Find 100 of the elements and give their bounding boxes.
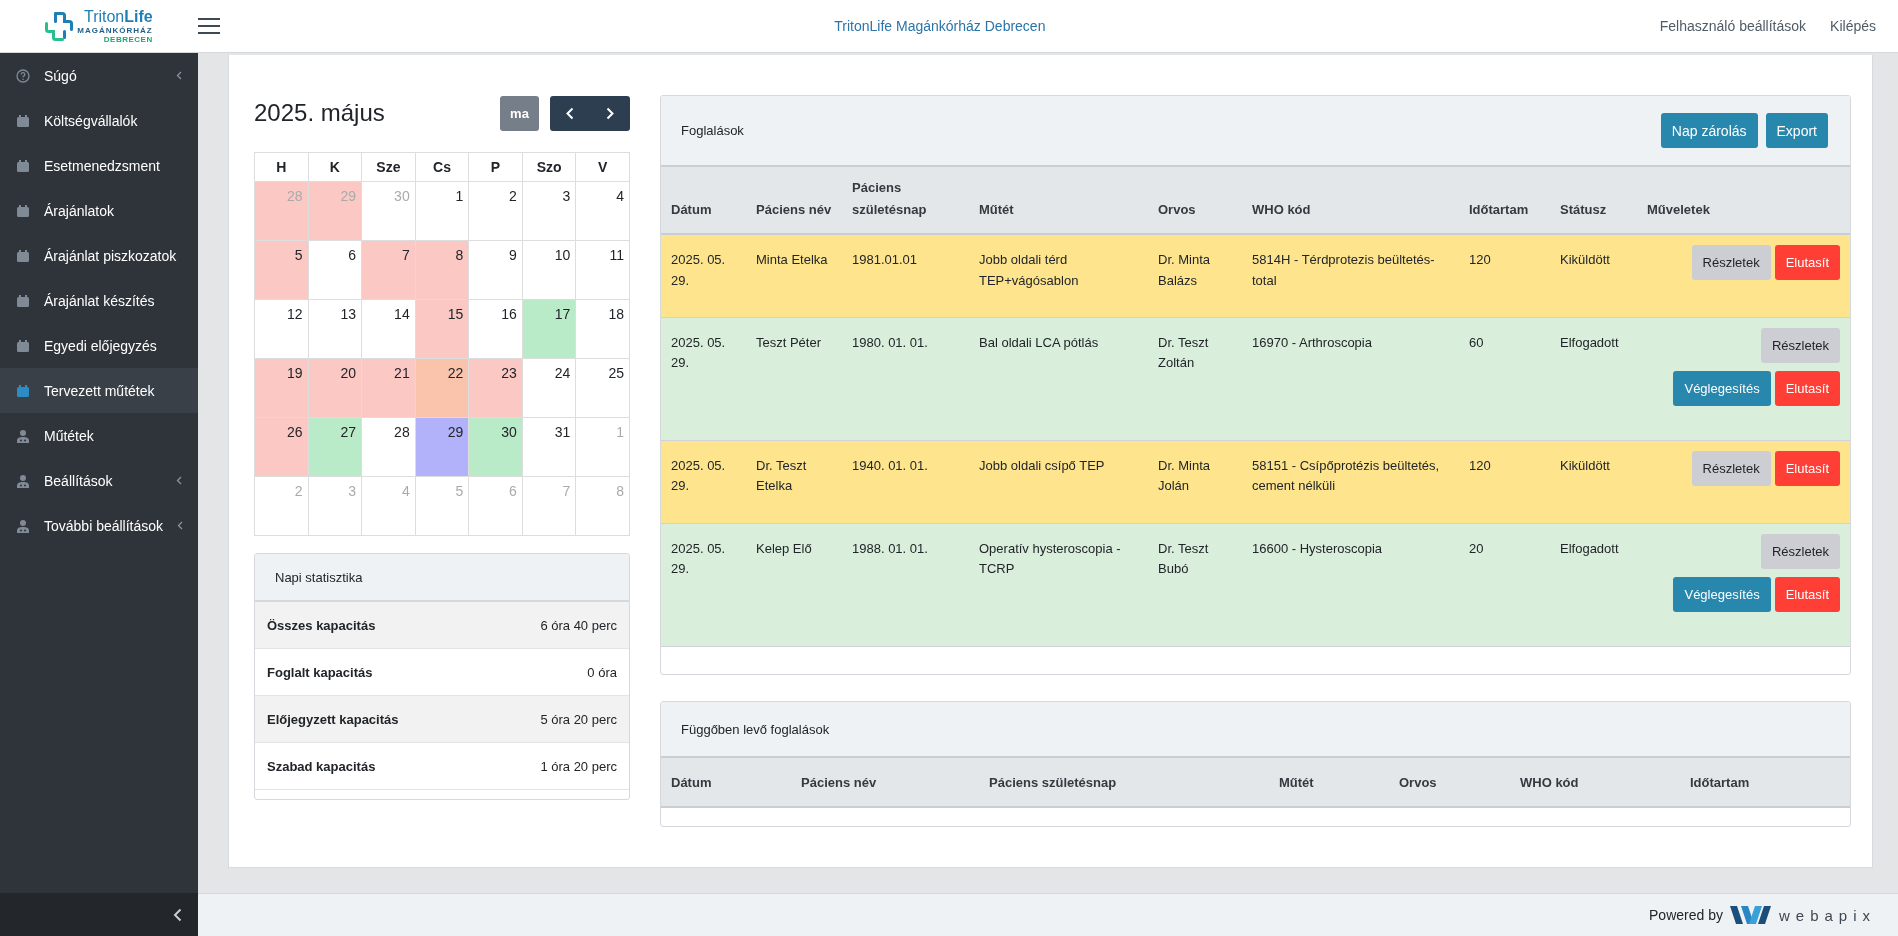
sidebar-item[interactable]: Beállítások (0, 458, 198, 503)
sidebar-item[interactable]: Esetmenedzsment (0, 143, 198, 188)
calendar-day[interactable]: 4 (575, 181, 630, 241)
finalize-button[interactable]: Véglegesítés (1673, 370, 1771, 406)
logo-city: DEBRECEN (103, 35, 153, 44)
card-title: Foglalások (681, 123, 745, 138)
calendar-day[interactable]: 30 (468, 417, 523, 477)
details-button[interactable]: Részletek (1691, 450, 1771, 486)
calendar-day[interactable]: 13 (308, 299, 362, 359)
brand-logo-icon (1728, 904, 1773, 926)
sidebar-item[interactable]: Súgó (0, 53, 198, 98)
stats-title: Napi statisztika (255, 554, 629, 602)
stat-value: 0 óra (587, 664, 617, 680)
calendar-day[interactable]: 3 (522, 181, 576, 241)
calendar-day[interactable]: 8 (415, 240, 469, 300)
sidebar-item[interactable]: Árajánlatok (0, 188, 198, 233)
column-header: Műtét (969, 167, 1148, 235)
table-cell: 58151 - Csípőprotézis beültetés, cement nélküli (1242, 440, 1459, 524)
calendar-day[interactable]: 28 (361, 417, 416, 477)
hospital-title: TritonLife Magánkórház Debrecen (833, 18, 1047, 34)
sidebar-item[interactable]: Árajánlat készítés (0, 278, 198, 323)
calendar-day[interactable]: 29 (415, 417, 469, 477)
help-icon (16, 68, 30, 83)
details-button[interactable]: Részletek (1760, 533, 1840, 569)
previous-button[interactable] (550, 95, 590, 131)
next-button[interactable] (590, 95, 630, 131)
calendar-day[interactable]: 10 (522, 240, 576, 300)
sidebar-item[interactable]: Tervezett műtétek (0, 368, 198, 413)
sidebar-label: Egyedi előjegyzés (44, 337, 158, 354)
calendar-day[interactable]: 31 (522, 417, 576, 477)
column-header: Orvos (1148, 167, 1242, 235)
calendar-icon (16, 338, 30, 353)
sidebar-item[interactable]: Költségvállalók (0, 98, 198, 143)
calendar-day[interactable]: 26 (254, 417, 309, 477)
today-button[interactable]: ma (500, 95, 539, 131)
sidebar-label: Beállítások (44, 472, 114, 489)
calendar-day[interactable]: 19 (254, 358, 309, 418)
header-link[interactable]: Kilépés (1830, 18, 1876, 34)
calendar-day[interactable]: 15 (415, 299, 469, 359)
calendar-day[interactable]: 6 (308, 240, 362, 300)
column-header: Páciens születésnap (979, 758, 1269, 808)
stat-label: Előjegyzett kapacitás (267, 711, 399, 727)
calendar-day[interactable]: 27 (308, 417, 362, 477)
calendar-day[interactable]: 23 (468, 358, 523, 418)
sidebar-label: Árajánlat készítés (44, 292, 156, 309)
column-header: Orvos (1389, 758, 1510, 808)
finalize-button[interactable]: Véglegesítés (1673, 576, 1771, 612)
details-button[interactable]: Részletek (1760, 327, 1840, 363)
calendar-day[interactable]: 24 (522, 358, 576, 418)
chevron-left-icon (176, 71, 182, 80)
chevron-left-icon (566, 106, 574, 120)
sidebar-item[interactable]: Egyedi előjegyzés (0, 323, 198, 368)
logo[interactable]: TritonLife MAGÁNKÓRHÁZ DEBRECEN (0, 8, 198, 44)
column-header: Műtét (1269, 758, 1389, 808)
calendar-day[interactable]: 17 (522, 299, 576, 359)
sidebar-item[interactable]: Árajánlat piszkozatok (0, 233, 198, 278)
calendar-day[interactable]: 16 (468, 299, 523, 359)
calendar-day[interactable]: 18 (575, 299, 630, 359)
calendar-day[interactable]: 20 (308, 358, 362, 418)
column-header: Dátum (661, 758, 791, 808)
calendar-day[interactable]: 9 (468, 240, 523, 300)
reject-button[interactable]: Elutasít (1774, 370, 1840, 406)
table-cell: 1988. 01. 01. (842, 523, 969, 647)
header-link[interactable]: Felhasználó beállítások (1659, 18, 1807, 34)
table-cell: Dr. Teszt Bubó (1148, 523, 1242, 647)
calendar-day[interactable]: 11 (575, 240, 630, 300)
calendar-day[interactable]: 12 (254, 299, 309, 359)
column-header: WHO kód (1242, 167, 1459, 235)
sidebar-item[interactable]: Műtétek (0, 413, 198, 458)
table-cell: 60 (1459, 317, 1550, 441)
column-header: Műveletek (1637, 167, 1850, 235)
calendar-day[interactable]: 21 (361, 358, 416, 418)
month-title: 2025. május (254, 99, 386, 127)
menu-icon[interactable] (198, 18, 220, 34)
calendar-day[interactable]: 7 (361, 240, 416, 300)
logo-name: TritonLife (83, 8, 153, 25)
reject-button[interactable]: Elutasít (1774, 450, 1840, 486)
calendar-icon (16, 293, 30, 308)
table-cell: Kiküldött (1550, 234, 1637, 318)
table-cell: Teszt Péter (746, 317, 842, 441)
table-cell: 5814H - Térdprotezis beültetés-total (1242, 234, 1459, 318)
calendar-day[interactable]: 25 (575, 358, 630, 418)
calendar-day[interactable]: 2 (468, 181, 523, 241)
lock-day-button[interactable]: Nap zárolás (1660, 113, 1758, 148)
stat-value: 6 óra 40 perc (540, 617, 617, 633)
reject-button[interactable]: Elutasít (1774, 245, 1840, 281)
collapse-icon[interactable] (173, 907, 182, 922)
calendar-day[interactable]: 1 (415, 181, 469, 241)
details-button[interactable]: Részletek (1691, 245, 1771, 281)
calendar-day[interactable]: 5 (254, 240, 309, 300)
powered-by-text: Powered by (1649, 907, 1723, 923)
table-cell: 2025. 05. 29. (661, 523, 746, 647)
reject-button[interactable]: Elutasít (1774, 576, 1840, 612)
calendar-day[interactable]: 22 (415, 358, 469, 418)
table-cell: 20 (1459, 523, 1550, 647)
export-button[interactable]: Export (1765, 113, 1828, 148)
calendar-day[interactable]: 14 (361, 299, 416, 359)
table-cell: Kelep Elő (746, 523, 842, 647)
column-header: Időtartam (1459, 167, 1550, 235)
sidebar-item[interactable]: További beállítások (0, 503, 198, 548)
